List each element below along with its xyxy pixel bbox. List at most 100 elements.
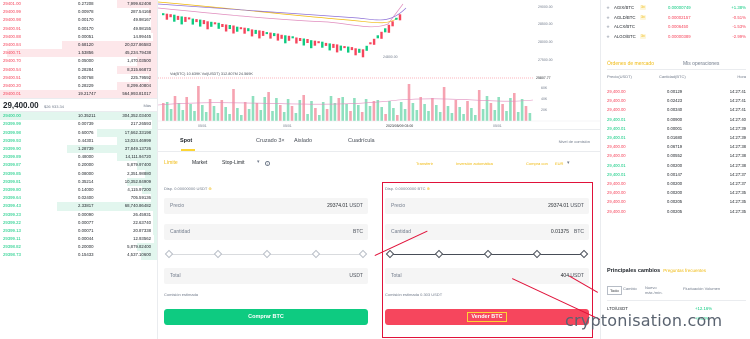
- bid-row[interactable]: 29399.80 0.14000 4,115.97200: [0, 185, 157, 195]
- buy-button[interactable]: Comprar BTC: [164, 309, 368, 325]
- order-type-market[interactable]: Market: [192, 160, 207, 166]
- tab-cross[interactable]: Cruzado 3×: [256, 138, 285, 144]
- buy-qty-field[interactable]: Cantidad BTC: [164, 224, 368, 240]
- star-icon[interactable]: ★: [606, 32, 610, 41]
- eur-link[interactable]: EUR: [555, 161, 563, 166]
- buy-price-value: 29374.01: [327, 203, 348, 209]
- transfer-link[interactable]: Transferir: [416, 161, 433, 166]
- trade-amount: 0.00200: [667, 181, 683, 186]
- ask-row[interactable]: 29400.20 0.28229 8,299.40804: [0, 81, 157, 91]
- ask-row[interactable]: 29401.00 0.27208 7,999.62408: [0, 0, 157, 9]
- bid-row[interactable]: 29400.00 10.35211 304,352.03400: [0, 112, 157, 121]
- ask-row[interactable]: 29400.54 0.28284 8,315.66873: [0, 65, 157, 74]
- candle: [343, 46, 346, 49]
- row-price: 29399.22: [3, 219, 21, 225]
- ask-row[interactable]: 29400.01 19.21747 564,993.81017: [0, 90, 157, 99]
- faq-link[interactable]: Preguntas frecuentes: [663, 268, 706, 273]
- tab-my-trades[interactable]: Mis operaciones: [683, 61, 719, 67]
- bid-row[interactable]: 29399.85 0.08000 2,351.98880: [0, 169, 157, 178]
- row-total: 4,537.10600: [127, 252, 151, 258]
- row-amount: 0.20000: [78, 162, 94, 168]
- trade-price: 29,400.00: [607, 199, 626, 205]
- row-price: 29399.11: [3, 236, 21, 242]
- candle: [221, 24, 224, 27]
- favorite-pair-row[interactable]: ★ ALCX/BTC 0.0006450 -1.53%: [606, 22, 746, 31]
- buy-with-link[interactable]: Compra con: [526, 161, 548, 166]
- price-chart[interactable]: 29000.00 28500.00 28000.00 27500.00 2580…: [157, 0, 600, 130]
- candle: [228, 25, 231, 29]
- slider-step[interactable]: [213, 249, 223, 259]
- volume-bar: [290, 106, 294, 121]
- order-type-limit[interactable]: Límite: [164, 160, 178, 166]
- bid-row[interactable]: 29399.98 0.60076 17,662.33198: [0, 128, 157, 137]
- candle: [280, 34, 283, 39]
- volume-bar: [193, 111, 196, 121]
- bid-row[interactable]: 29399.90 1.28739 37,849.13726: [0, 145, 157, 154]
- bid-row[interactable]: 29399.81 0.35214 10,352.84909: [0, 177, 157, 186]
- tab-volume-fluctuation[interactable]: Fluctuación Volumen: [683, 286, 720, 291]
- star-icon[interactable]: ★: [606, 3, 610, 12]
- buy-amount-slider[interactable]: [164, 249, 368, 259]
- bid-row[interactable]: 29399.11 0.00044 12.93562: [0, 235, 157, 244]
- bid-row[interactable]: 29399.22 0.00077 22.63740: [0, 218, 157, 227]
- candlestick-chart[interactable]: [157, 0, 600, 130]
- bid-row[interactable]: 29399.64 0.02400 705.59136: [0, 194, 157, 203]
- ask-row[interactable]: 29400.88 0.00051 14.99445: [0, 32, 157, 41]
- row-amount: 0.00077: [78, 219, 94, 225]
- candle: [395, 17, 398, 20]
- tab-spot[interactable]: Spot: [180, 138, 192, 144]
- ask-row[interactable]: 29400.99 0.00978 287.54168: [0, 8, 157, 17]
- tab-all[interactable]: Todo: [607, 286, 622, 295]
- slider-step[interactable]: [311, 249, 321, 259]
- chevron-down-icon[interactable]: ▾: [567, 160, 570, 166]
- candle: [365, 45, 368, 51]
- slider-step[interactable]: [262, 249, 272, 259]
- auto-borrow-link[interactable]: Inversión automática: [456, 161, 493, 166]
- row-price: 29400.51: [3, 74, 21, 80]
- order-type-stop-limit[interactable]: Stop-Limit: [222, 160, 245, 166]
- tab-isolated[interactable]: Aislado: [294, 138, 312, 144]
- candle: [210, 21, 213, 27]
- top-movers-title: Principales cambios Preguntas frecuentes: [607, 268, 706, 274]
- star-icon[interactable]: ★: [606, 22, 610, 31]
- bid-row[interactable]: 29399.89 0.48000 14,111.94720: [0, 153, 157, 162]
- buy-price-field[interactable]: Precio 29374.01 USDT: [164, 198, 368, 214]
- ask-row[interactable]: 29400.84 0.68120 20,027.86583: [0, 40, 157, 50]
- ask-row[interactable]: 29400.98 0.00170 49.98167: [0, 16, 157, 25]
- bid-row[interactable]: 29399.43 2.33817 68,740.86482: [0, 202, 157, 211]
- ask-row[interactable]: 29400.91 0.00170 49.98155: [0, 24, 157, 33]
- star-icon[interactable]: ★: [606, 13, 610, 22]
- vol-tick: 40K: [541, 97, 548, 101]
- favorite-pair-row[interactable]: ★ ALGO/BTC 3x 0.00000389 -2.99%: [606, 32, 746, 41]
- buy-total-field[interactable]: Total USDT: [164, 268, 368, 284]
- ask-row[interactable]: 29400.71 1.53856 45,234.79438: [0, 49, 157, 58]
- bid-row[interactable]: 29398.73 0.15433 4,537.10600: [0, 251, 157, 260]
- tab-grid[interactable]: Cuadrícula: [348, 138, 375, 144]
- ma-line: [157, 3, 404, 28]
- bid-row[interactable]: 29399.23 0.00090 26.45931: [0, 210, 157, 219]
- ask-row[interactable]: 29400.51 0.00768 225.79592: [0, 73, 157, 82]
- bid-row[interactable]: 29398.82 0.20000 5,879.82400: [0, 243, 157, 252]
- bid-row[interactable]: 29399.93 0.44301 13,024.46999: [0, 136, 157, 145]
- trade-time: 14:27:35: [729, 199, 746, 205]
- slider-step[interactable]: [358, 249, 368, 259]
- tab-new-high-low[interactable]: Nuevo máx./mín.: [645, 285, 667, 295]
- favorite-pair-row[interactable]: ★ AGLD/BTC 3x 0.00002157 -0.51%: [606, 13, 746, 22]
- bid-row[interactable]: 29399.13 0.00071 20.87338: [0, 226, 157, 236]
- add-funds-icon[interactable]: ⊕: [208, 186, 211, 191]
- market-trade-row: 29,400.00 0.00205 14:27:35: [607, 198, 746, 207]
- more-link[interactable]: Más: [143, 99, 151, 113]
- tab-market-trades[interactable]: Órdenes de mercado: [607, 61, 654, 67]
- bid-row[interactable]: 29399.87 0.20000 5,879.97400: [0, 161, 157, 170]
- slider-step[interactable]: [164, 249, 174, 259]
- trade-price: 29,400.01: [607, 116, 626, 122]
- header-amount: Cantidad(BTC): [659, 74, 686, 79]
- volume-bar: [294, 113, 298, 121]
- bid-row[interactable]: 29399.99 0.00739 217.26593: [0, 120, 157, 129]
- fee-level-link[interactable]: Nivel de comisión: [559, 139, 590, 144]
- candle: [380, 31, 383, 39]
- tab-change[interactable]: Cambio: [623, 286, 637, 291]
- ask-row[interactable]: 29400.70 0.05000 1,470.03500: [0, 57, 157, 66]
- chevron-down-icon[interactable]: ▾: [257, 159, 260, 165]
- favorite-pair-row[interactable]: ★ AGIX/BTC 3x 0.00000749 +1.38%: [606, 3, 746, 12]
